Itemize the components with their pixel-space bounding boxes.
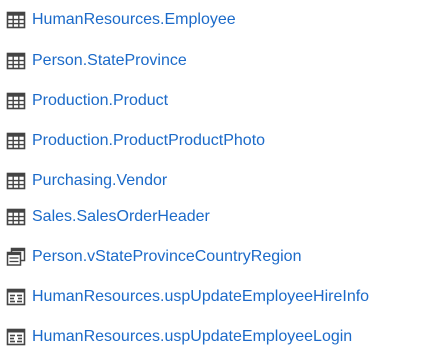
list-item-label[interactable]: HumanResources.uspUpdateEmployeeHireInfo (32, 287, 369, 307)
list-item-label[interactable]: Person.StateProvince (32, 51, 187, 71)
list-item[interactable]: Person.StateProvince (6, 49, 187, 73)
table-icon (6, 91, 26, 111)
table-icon (6, 207, 26, 227)
list-item-label[interactable]: HumanResources.uspUpdateEmployeeLogin (32, 327, 352, 347)
list-item[interactable]: HumanResources.Employee (6, 8, 236, 32)
list-item[interactable]: Sales.SalesOrderHeader (6, 205, 210, 229)
list-item[interactable]: HumanResources.uspUpdateEmployeeHireInfo (6, 285, 369, 309)
table-icon (6, 131, 26, 151)
object-list: HumanResources.Employee Person.StateProv… (0, 0, 442, 348)
list-item-label[interactable]: Production.ProductProductPhoto (32, 131, 265, 151)
stored-procedure-icon (6, 327, 26, 347)
table-icon (6, 51, 26, 71)
list-item-label[interactable]: Purchasing.Vendor (32, 171, 167, 191)
stored-procedure-icon (6, 287, 26, 307)
list-item-label[interactable]: Production.Product (32, 91, 168, 111)
list-item[interactable]: Person.vStateProvinceCountryRegion (6, 245, 301, 269)
table-icon (6, 171, 26, 191)
list-item[interactable]: HumanResources.uspUpdateEmployeeLogin (6, 325, 352, 349)
list-item-label[interactable]: Sales.SalesOrderHeader (32, 207, 210, 227)
view-icon (6, 247, 26, 267)
list-item[interactable]: Purchasing.Vendor (6, 169, 167, 193)
list-item[interactable]: Production.Product (6, 89, 168, 113)
list-item[interactable]: Production.ProductProductPhoto (6, 129, 265, 153)
table-icon (6, 10, 26, 30)
list-item-label[interactable]: HumanResources.Employee (32, 10, 236, 30)
list-item-label[interactable]: Person.vStateProvinceCountryRegion (32, 247, 301, 267)
